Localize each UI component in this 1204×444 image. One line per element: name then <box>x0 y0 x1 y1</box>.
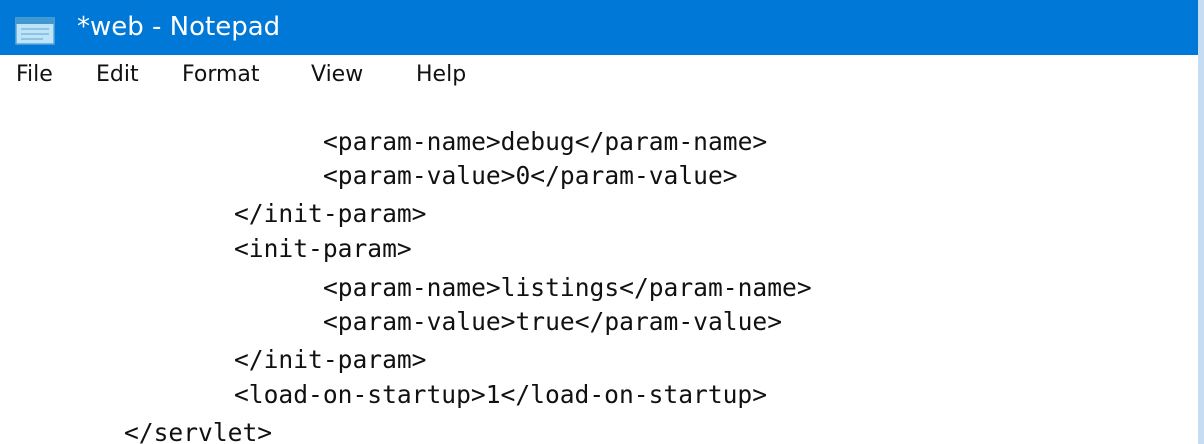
menu-edit[interactable]: Edit <box>96 58 139 92</box>
code-line: </init-param> <box>234 199 427 228</box>
notepad-window: *web - Notepad File Edit Format View Hel… <box>0 0 1198 444</box>
code-line: </servlet> <box>124 418 273 444</box>
code-line: <init-param> <box>234 234 412 263</box>
menu-bar: File Edit Format View Help <box>0 55 1198 95</box>
text-editor[interactable]: <param-name>debug</param-name> <param-va… <box>0 95 1198 444</box>
code-line: <param-value>true</param-value> <box>323 307 783 336</box>
code-line: <param-name>listings</param-name> <box>323 273 812 302</box>
menu-file[interactable]: File <box>16 58 53 92</box>
menu-view[interactable]: View <box>311 58 363 92</box>
menu-help[interactable]: Help <box>416 58 466 92</box>
title-bar[interactable]: *web - Notepad <box>0 0 1198 55</box>
code-line: <param-value>0</param-value> <box>323 161 738 190</box>
window-title: *web - Notepad <box>77 12 281 42</box>
code-line: </init-param> <box>234 345 427 374</box>
notepad-icon[interactable] <box>15 17 55 45</box>
code-line: <load-on-startup>1</load-on-startup> <box>234 380 768 409</box>
menu-format[interactable]: Format <box>182 58 260 92</box>
code-line: <param-name>debug</param-name> <box>323 127 768 156</box>
